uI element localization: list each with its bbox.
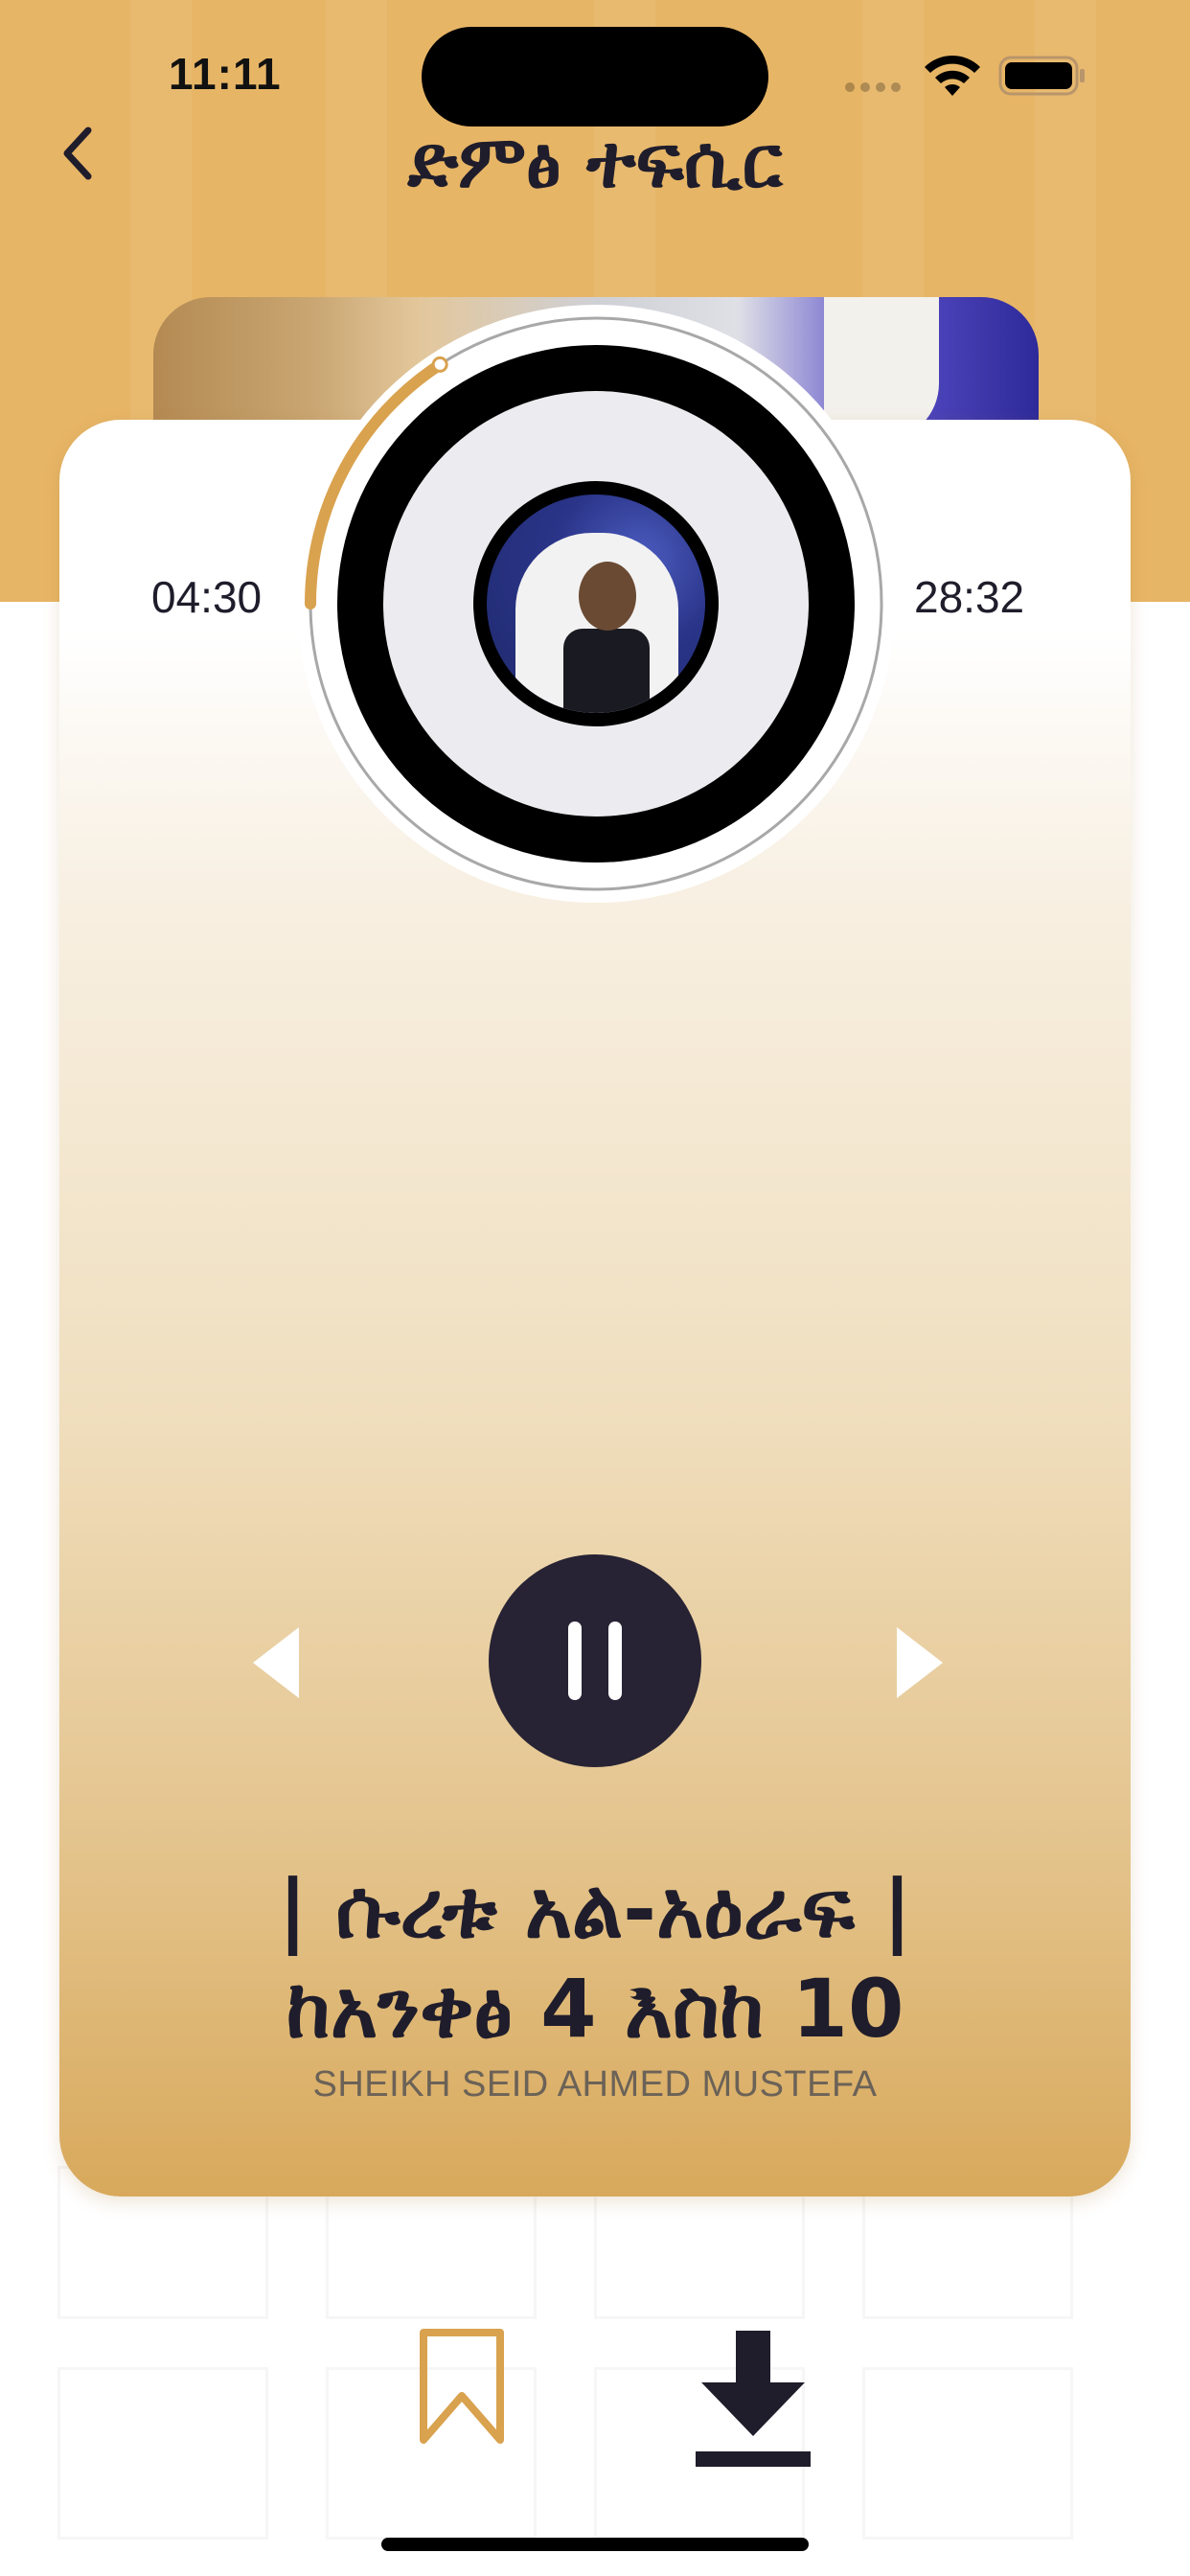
pause-icon [568, 1622, 582, 1700]
cellular-signal-icon [845, 82, 901, 92]
download-button[interactable] [696, 2331, 811, 2471]
bookmark-button[interactable] [418, 2327, 506, 2446]
chevron-left-icon [63, 126, 92, 180]
track-artist: SHEIKH SEID AHMED MUSTEFA [312, 2064, 878, 2104]
download-icon [696, 2331, 811, 2467]
artist-photo [487, 494, 705, 713]
triangle-left-icon [253, 1627, 299, 1698]
page-title: ድምፅ ተፍሲር [407, 119, 783, 204]
battery-icon [998, 56, 1085, 96]
dynamic-island [422, 27, 768, 126]
triangle-right-icon [897, 1627, 943, 1698]
progress-knob [431, 356, 448, 373]
home-indicator [381, 2538, 809, 2551]
elapsed-time: 04:30 [151, 572, 263, 622]
total-time: 28:32 [914, 572, 1025, 622]
track-title-line-2: ከአንቀፅ 4 እስከ 10 [286, 1962, 904, 2056]
status-time: 11:11 [169, 49, 282, 99]
bookmark-icon [420, 2329, 504, 2444]
track-title-line-1: | ሱረቱ አል-አዕራፍ | [278, 1862, 912, 1956]
album-disc [297, 305, 895, 903]
next-button[interactable] [895, 1625, 945, 1700]
background-pattern [0, 2147, 1190, 2576]
previous-button[interactable] [251, 1625, 301, 1700]
back-button[interactable] [50, 115, 107, 192]
wifi-icon [925, 55, 980, 96]
track-title: | ሱረቱ አል-አዕራፍ | ከአንቀፅ 4 እስከ 10 [96, 1859, 1094, 2058]
pause-button[interactable] [489, 1554, 701, 1767]
